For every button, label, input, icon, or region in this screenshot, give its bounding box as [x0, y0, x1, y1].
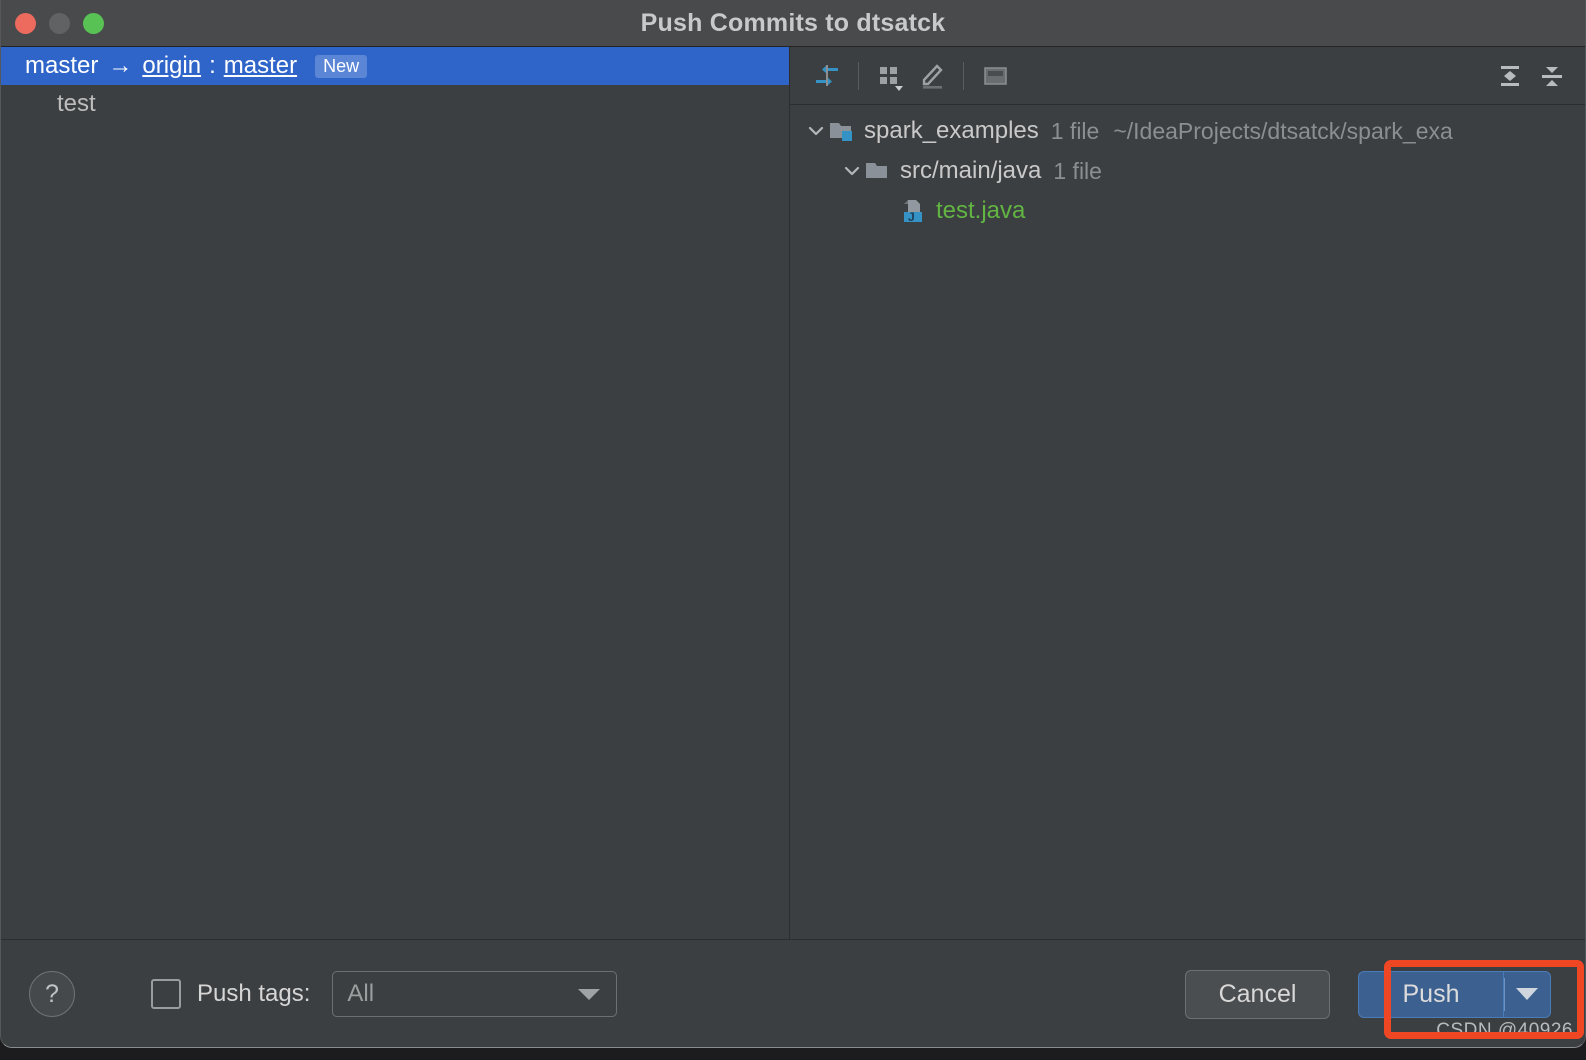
svg-text:J: J	[908, 210, 915, 224]
footer-actions: Cancel Push	[1185, 969, 1551, 1019]
toolbar-separator	[858, 61, 859, 90]
push-dropdown-button[interactable]	[1503, 970, 1551, 1018]
window-controls	[15, 12, 104, 34]
branch-separator: :	[209, 52, 216, 79]
push-tags-select[interactable]: All	[332, 971, 618, 1017]
edit-source-icon[interactable]	[911, 55, 953, 97]
help-button[interactable]: ?	[29, 971, 75, 1017]
dialog-footer: ? Push tags: All Cancel Push CSDN @40926	[1, 939, 1585, 1047]
changed-files-tree: spark_examples 1 file ~/IdeaProjects/dts…	[790, 105, 1585, 939]
chevron-down-icon	[1516, 988, 1538, 1000]
tree-node-filecount: 1 file	[1053, 157, 1102, 184]
window-title: Push Commits to dtsatck	[640, 8, 946, 37]
branch-row[interactable]: master → origin : master New	[1, 47, 789, 85]
tree-row[interactable]: spark_examples 1 file ~/IdeaProjects/dts…	[790, 111, 1585, 151]
remote-branch-link[interactable]: master	[224, 52, 297, 80]
push-tags-checkbox[interactable]	[151, 979, 181, 1009]
push-tags-select-value: All	[347, 980, 375, 1007]
watermark: CSDN @40926	[1436, 1020, 1573, 1041]
new-branch-badge: New	[315, 54, 368, 78]
expand-collapse-diff-icon[interactable]	[806, 55, 848, 97]
module-folder-icon	[828, 118, 854, 144]
group-by-icon[interactable]	[869, 55, 911, 97]
tree-node-path: ~/IdeaProjects/dtsatck/spark_exa	[1113, 117, 1453, 144]
changes-toolbar	[790, 47, 1585, 105]
push-commits-dialog: Push Commits to dtsatck master → origin …	[0, 0, 1586, 1048]
dialog-body: master → origin : master New test spark_…	[1, 47, 1585, 939]
push-button[interactable]: Push	[1358, 970, 1503, 1018]
close-window-button[interactable]	[15, 12, 36, 34]
tree-node-name: test.java	[936, 197, 1026, 224]
tree-row[interactable]: src/main/java 1 file	[790, 151, 1585, 191]
title-bar: Push Commits to dtsatck	[1, 0, 1585, 47]
help-button-label: ?	[45, 979, 59, 1008]
commits-pane: master → origin : master New test	[1, 47, 790, 939]
tree-row[interactable]: J test.java	[790, 191, 1585, 231]
push-button-label: Push	[1402, 979, 1460, 1008]
chevron-down-icon[interactable]	[840, 159, 864, 183]
collapse-all-icon[interactable]	[1531, 55, 1573, 97]
zoom-window-button[interactable]	[83, 12, 104, 34]
tree-node-filecount: 1 file	[1050, 117, 1100, 144]
local-branch-label: master	[25, 52, 99, 79]
folder-icon	[864, 158, 890, 184]
chevron-down-icon[interactable]	[804, 119, 828, 143]
expand-all-icon[interactable]	[1489, 55, 1531, 97]
commit-row[interactable]: test	[1, 85, 789, 123]
arrow-glyph: →	[108, 52, 133, 79]
java-file-icon: J	[900, 198, 926, 224]
cancel-button-label: Cancel	[1218, 979, 1297, 1008]
remote-name-link[interactable]: origin	[142, 52, 201, 80]
push-tags-group: Push tags: All	[151, 971, 618, 1017]
changed-files-pane: spark_examples 1 file ~/IdeaProjects/dts…	[790, 47, 1585, 939]
push-tags-label: Push tags:	[197, 980, 311, 1007]
toolbar-separator	[963, 61, 964, 90]
minimize-window-button[interactable]	[49, 12, 70, 34]
tree-node-name: src/main/java	[900, 157, 1042, 184]
push-split-button: Push	[1358, 970, 1551, 1018]
preview-diff-icon[interactable]	[974, 55, 1016, 97]
commit-message: test	[57, 90, 96, 117]
tree-node-name: spark_examples	[864, 117, 1039, 144]
chevron-down-icon	[578, 988, 601, 1000]
cancel-button[interactable]: Cancel	[1185, 969, 1330, 1019]
